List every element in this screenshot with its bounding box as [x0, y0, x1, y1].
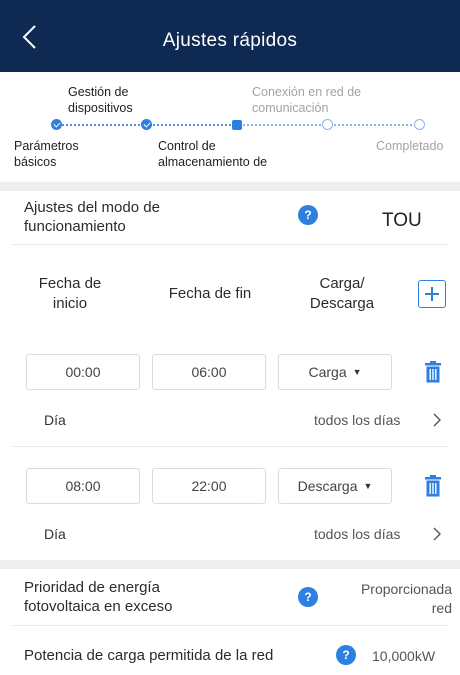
start-time-field[interactable]: 08:00	[26, 468, 140, 504]
step-connector	[58, 124, 144, 126]
step-current-icon	[232, 119, 242, 130]
row-divider	[12, 446, 448, 447]
start-time-field[interactable]: 00:00	[26, 354, 140, 390]
col-header-mode: Carga/ Descarga	[309, 275, 375, 312]
end-time-field[interactable]: 22:00	[152, 468, 266, 504]
section-divider	[0, 560, 460, 569]
step-connector	[240, 124, 324, 126]
step-connector	[331, 124, 416, 126]
col-header-start: Fecha de inicio	[38, 275, 102, 312]
step-pending-icon	[414, 119, 425, 130]
caret-down-icon: ▼	[352, 367, 362, 377]
step-label-gestion: Gestión de dispositivos	[68, 85, 133, 115]
mode-select-value: Descarga	[297, 478, 358, 494]
step-connector	[150, 124, 234, 126]
grid-power-value[interactable]: 10,000kW	[372, 648, 435, 664]
col-header-end: Fecha de fin	[168, 285, 252, 302]
mode-select-value: Carga	[308, 364, 347, 380]
help-icon[interactable]: ?	[298, 205, 318, 225]
step-done-icon	[51, 119, 62, 130]
grid-power-label: Potencia de carga permitida de la red	[24, 647, 274, 664]
progress-stepper: Gestión de dispositivos Conexión en red …	[0, 72, 460, 184]
trash-icon[interactable]	[424, 361, 442, 383]
end-time-field[interactable]: 06:00	[152, 354, 266, 390]
pv-priority-label: Prioridad de energía fotovoltaica en exc…	[24, 579, 173, 615]
page-title: Ajustes rápidos	[162, 30, 298, 51]
chevron-right-icon[interactable]	[432, 413, 442, 427]
help-icon[interactable]: ?	[336, 645, 356, 665]
mode-select[interactable]: Descarga ▼	[278, 468, 392, 504]
day-value[interactable]: todos los días	[314, 412, 400, 428]
app-header: Ajustes rápidos	[0, 0, 460, 72]
step-label-parametros: Parámetros básicos	[14, 139, 79, 169]
chevron-right-icon[interactable]	[432, 527, 442, 541]
caret-down-icon: ▼	[363, 481, 373, 491]
mode-value[interactable]: TOU	[382, 210, 422, 232]
mode-label: Ajustes del modo de funcionamiento	[24, 199, 160, 235]
step-label-completado: Completado	[376, 139, 444, 153]
step-label-control: Control de almacenamiento de	[158, 139, 268, 169]
help-icon[interactable]: ?	[298, 587, 318, 607]
row-divider	[12, 625, 448, 626]
section-divider	[0, 182, 460, 191]
row-divider	[12, 244, 448, 245]
step-pending-icon	[322, 119, 333, 130]
plus-icon[interactable]	[418, 280, 446, 308]
step-done-icon	[141, 119, 152, 130]
pv-priority-value[interactable]: Proporcionada red	[340, 580, 452, 618]
day-label: Día	[44, 412, 66, 428]
step-label-conexion: Conexión en red de comunicación	[252, 85, 362, 115]
day-value[interactable]: todos los días	[314, 526, 400, 542]
day-label: Día	[44, 526, 66, 542]
mode-select[interactable]: Carga ▼	[278, 354, 392, 390]
trash-icon[interactable]	[424, 475, 442, 497]
